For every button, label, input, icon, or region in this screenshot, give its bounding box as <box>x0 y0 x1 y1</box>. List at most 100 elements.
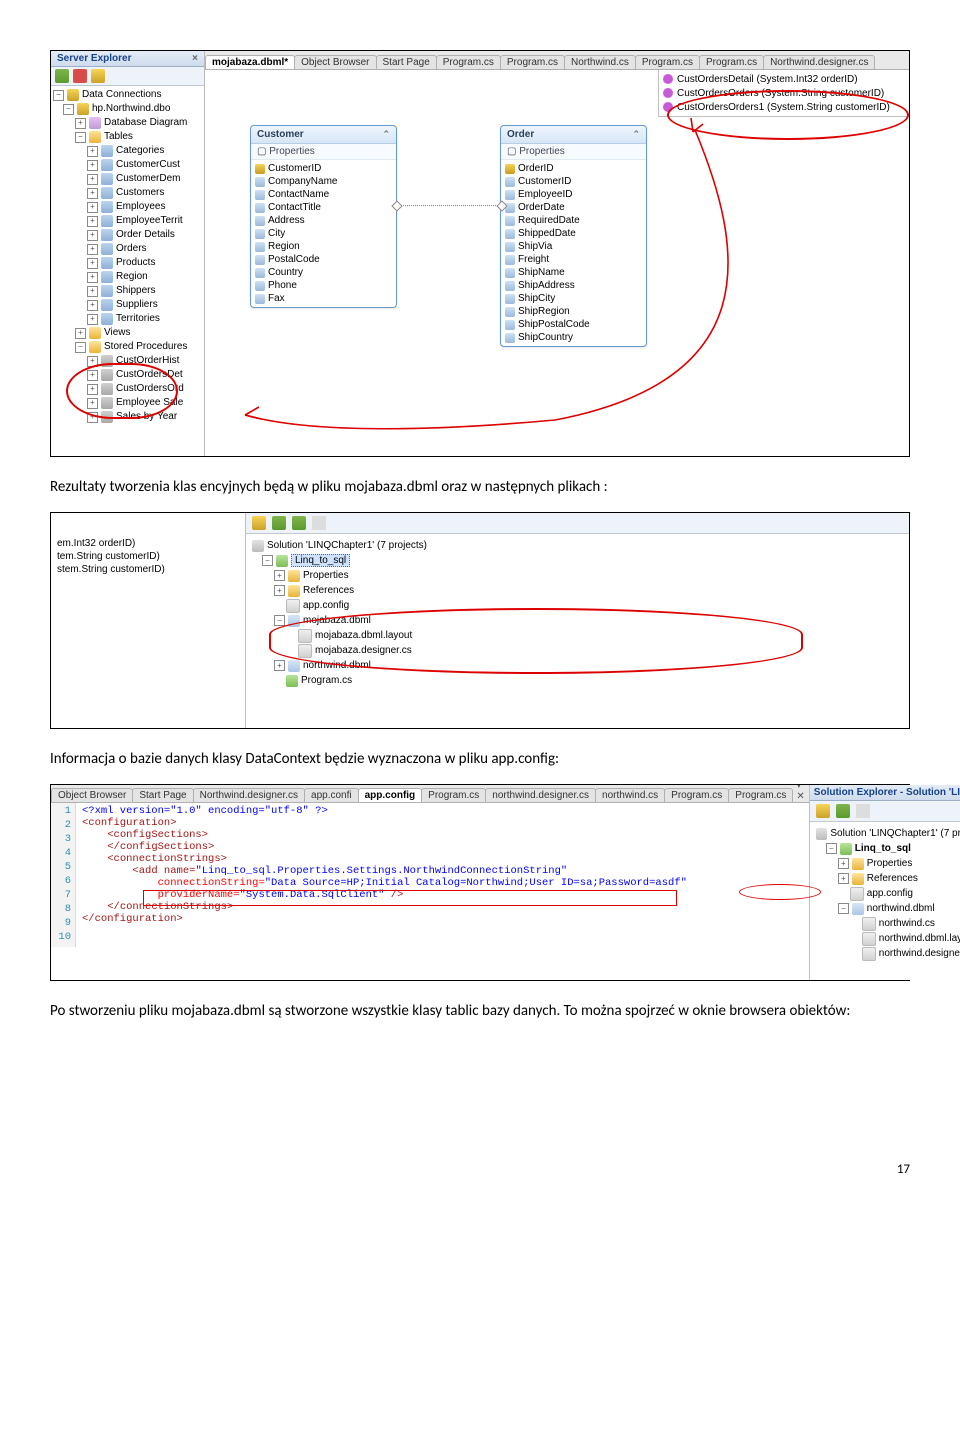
tree-node[interactable]: northwind.dbml.layout <box>879 933 960 944</box>
code-content[interactable]: <?xml version="1.0" encoding="utf-8" ?> … <box>76 803 693 947</box>
entity-prop[interactable]: Fax <box>268 293 285 304</box>
editor-tab[interactable]: Program.cs <box>699 55 764 69</box>
tree-node[interactable]: References <box>867 873 918 884</box>
editor-tab[interactable]: Object Browser <box>294 55 376 69</box>
tree-node[interactable]: app.config <box>303 600 349 611</box>
tree-node[interactable]: Order Details <box>116 228 175 242</box>
tree-node[interactable]: Solution 'LINQChapter1' (7 projects <box>830 828 960 839</box>
tree-node[interactable]: Properties <box>303 570 349 581</box>
toolbar-icon[interactable] <box>856 804 870 818</box>
tree-node[interactable]: app.config <box>867 888 913 899</box>
entity-prop[interactable]: CustomerID <box>518 176 571 187</box>
properties-icon[interactable] <box>816 804 830 818</box>
tree-node[interactable]: Region <box>116 270 148 284</box>
stop-icon[interactable] <box>73 69 87 83</box>
tree-node[interactable]: northwind.dbml <box>867 903 935 914</box>
refresh-icon[interactable] <box>55 69 69 83</box>
entity-prop[interactable]: OrderID <box>518 163 554 174</box>
refresh-icon[interactable] <box>292 516 306 530</box>
entity-prop[interactable]: CustomerID <box>268 163 321 174</box>
tree-node[interactable]: northwind.dbml <box>303 660 371 671</box>
entity-prop[interactable]: ShipCountry <box>518 332 573 343</box>
tree-node[interactable]: Employee Sale <box>116 396 183 410</box>
tree-node[interactable]: hp.Northwind.dbo <box>92 102 170 116</box>
tree-node[interactable]: CustOrderHist <box>116 354 179 368</box>
editor-tab[interactable]: northwind.cs <box>595 788 665 802</box>
tree-node[interactable]: northwind.cs <box>879 918 935 929</box>
entity-prop[interactable]: ContactTitle <box>268 202 321 213</box>
server-explorer-tree[interactable]: −Data Connections −hp.Northwind.dbo +Dat… <box>51 86 204 456</box>
tree-node[interactable]: Territories <box>116 312 160 326</box>
tree-node[interactable]: Employees <box>116 200 165 214</box>
editor-tab[interactable]: Program.cs <box>728 788 793 802</box>
tree-node[interactable]: Sales by Year <box>116 410 177 424</box>
tree-node-selected[interactable]: Linq_to_sql <box>291 554 350 567</box>
tree-node[interactable]: Products <box>116 256 155 270</box>
solution-tree[interactable]: Solution 'LINQChapter1' (7 projects) −Li… <box>246 534 909 692</box>
view-code-icon[interactable] <box>312 516 326 530</box>
entity-customer[interactable]: Customer ⌃ ▢ Properties CustomerID Compa… <box>250 125 397 308</box>
entity-prop[interactable]: Region <box>268 241 300 252</box>
tree-node[interactable]: Linq_to_sql <box>855 843 911 854</box>
entity-prop[interactable]: ShipVia <box>518 241 552 252</box>
tree-node[interactable]: EmployeeTerrit <box>116 214 183 228</box>
entity-prop[interactable]: ShipRegion <box>518 306 570 317</box>
editor-tab[interactable]: northwind.designer.cs <box>485 788 596 802</box>
tree-node[interactable]: Data Connections <box>82 88 162 102</box>
entity-prop[interactable]: Address <box>268 215 305 226</box>
editor-tab[interactable]: Start Page <box>132 788 193 802</box>
collapse-icon[interactable]: ⌃ <box>382 129 390 140</box>
entity-order[interactable]: Order ⌃ ▢ Properties OrderID CustomerID … <box>500 125 647 347</box>
method-item[interactable]: CustOrdersOrders1 (System.String custome… <box>677 102 890 113</box>
editor-tab[interactable]: Program.cs <box>421 788 486 802</box>
tree-node[interactable]: CustOrdersDet <box>116 368 183 382</box>
tree-node[interactable]: northwind.designer.cs <box>879 948 960 959</box>
tab-overflow-icon[interactable]: ▾ ✕ <box>792 785 808 802</box>
solution-tree[interactable]: Solution 'LINQChapter1' (7 projects −Lin… <box>810 822 960 965</box>
entity-prop[interactable]: Freight <box>518 254 549 265</box>
tree-node[interactable]: Database Diagram <box>104 116 187 130</box>
properties-icon[interactable] <box>252 516 266 530</box>
editor-tab[interactable]: Program.cs <box>436 55 501 69</box>
entity-prop[interactable]: CompanyName <box>268 176 337 187</box>
method-item[interactable]: CustOrdersOrders (System.String customer… <box>677 88 884 99</box>
close-icon[interactable]: × <box>192 53 198 64</box>
collapse-icon[interactable]: ⌃ <box>632 129 640 140</box>
tree-node[interactable]: Customers <box>116 186 164 200</box>
tree-node[interactable]: Tables <box>104 130 133 144</box>
editor-tab[interactable]: Program.cs <box>500 55 565 69</box>
entity-prop[interactable]: RequiredDate <box>518 215 580 226</box>
tree-node[interactable]: Properties <box>867 858 913 869</box>
dbml-canvas[interactable]: Customer ⌃ ▢ Properties CustomerID Compa… <box>205 70 909 456</box>
editor-tab[interactable]: Northwind.designer.cs <box>763 55 875 69</box>
entity-prop[interactable]: EmployeeID <box>518 189 572 200</box>
association-line[interactable] <box>397 205 502 206</box>
editor-tab[interactable]: Northwind.cs <box>564 55 636 69</box>
tree-node[interactable]: Stored Procedures <box>104 340 187 354</box>
editor-tab[interactable]: Program.cs <box>635 55 700 69</box>
tree-node[interactable]: mojabaza.designer.cs <box>315 645 412 656</box>
tree-node[interactable]: mojabaza.dbml <box>303 615 371 626</box>
tree-node[interactable]: Solution 'LINQChapter1' (7 projects) <box>267 540 427 551</box>
entity-prop[interactable]: Country <box>268 267 303 278</box>
entity-prop[interactable]: OrderDate <box>518 202 565 213</box>
tree-node[interactable]: CustomerCust <box>116 158 180 172</box>
editor-tab[interactable]: app.confi <box>304 788 359 802</box>
editor-tab[interactable]: Object Browser <box>51 788 133 802</box>
editor-tab[interactable]: app.config <box>358 788 423 802</box>
editor-tab[interactable]: mojabaza.dbml* <box>205 55 295 69</box>
show-all-icon[interactable] <box>272 516 286 530</box>
connect-db-icon[interactable] <box>91 69 105 83</box>
tree-node[interactable]: mojabaza.dbml.layout <box>315 630 412 641</box>
entity-prop[interactable]: Phone <box>268 280 297 291</box>
editor-tab[interactable]: Start Page <box>376 55 437 69</box>
tree-node[interactable]: Program.cs <box>301 675 352 686</box>
method-item[interactable]: CustOrdersDetail (System.Int32 orderID) <box>677 74 858 85</box>
entity-prop[interactable]: ContactName <box>268 189 329 200</box>
tree-node[interactable]: References <box>303 585 354 596</box>
tree-node[interactable]: CustOrdersOrd <box>116 382 184 396</box>
entity-prop[interactable]: ShipPostalCode <box>518 319 590 330</box>
entity-prop[interactable]: City <box>268 228 285 239</box>
editor-tab[interactable]: Program.cs <box>664 788 729 802</box>
tree-node[interactable]: Suppliers <box>116 298 158 312</box>
